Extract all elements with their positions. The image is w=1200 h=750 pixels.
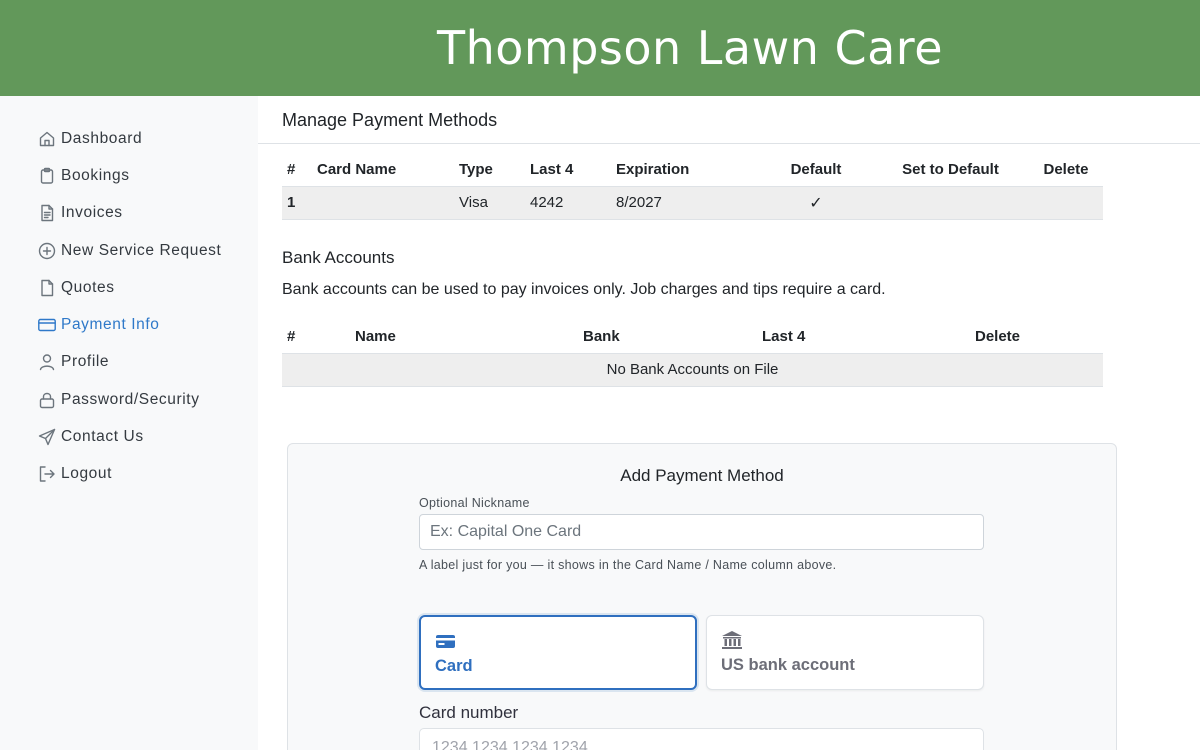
empty-message: No Bank Accounts on File: [282, 353, 1103, 387]
us-bank-account-tab[interactable]: US bank account: [706, 615, 984, 690]
sidebar-item-label: Quotes: [61, 278, 115, 296]
file-icon: [38, 279, 56, 297]
sidebar-item-new-service-request[interactable]: New Service Request: [0, 232, 258, 269]
column-header: Delete: [1029, 153, 1103, 187]
company-title: Thompson Lawn Care: [436, 21, 943, 75]
sidebar-item-label: Profile: [61, 353, 110, 371]
column-header: Delete: [895, 320, 1103, 354]
logout-icon: [38, 465, 56, 483]
bank-tab-label: US bank account: [721, 656, 855, 674]
delete-cell[interactable]: [1029, 186, 1103, 220]
column-header: #: [282, 320, 312, 354]
sidebar-item-label: Bookings: [61, 166, 130, 184]
person-icon: [38, 353, 56, 371]
sidebar-item-invoices[interactable]: Invoices: [0, 195, 258, 232]
credit-card-icon: [38, 316, 56, 334]
lock-icon: [38, 391, 56, 409]
nickname-label: Optional Nickname: [419, 496, 530, 510]
sidebar-item-logout[interactable]: Logout: [0, 456, 258, 493]
title-divider: [258, 143, 1200, 144]
card-tab[interactable]: Card: [419, 615, 697, 690]
bank-accounts-table: # Name Bank Last 4 Delete No Bank Accoun…: [282, 320, 1103, 387]
sidebar-item-payment-info[interactable]: Payment Info: [0, 306, 258, 343]
sidebar-item-contact-us[interactable]: Contact Us: [0, 418, 258, 455]
card-number-input[interactable]: 1234 1234 1234 1234: [419, 728, 984, 750]
document-icon: [38, 204, 56, 222]
expiration-cell: 8/2027: [611, 186, 760, 220]
sidebar-item-dashboard[interactable]: Dashboard: [0, 120, 258, 157]
card-icon: [435, 631, 457, 651]
sidebar-item-bookings[interactable]: Bookings: [0, 157, 258, 194]
payment-methods-title: Manage Payment Methods: [282, 110, 498, 130]
table-header-row: # Card Name Type Last 4 Expiration Defau…: [282, 153, 1103, 187]
last4-cell: 4242: [525, 186, 611, 220]
plus-circle-icon: [38, 242, 56, 260]
column-header: Last 4: [721, 320, 895, 354]
sidebar-item-label: Contact Us: [61, 428, 144, 446]
sidebar-item-profile[interactable]: Profile: [0, 344, 258, 381]
column-header: #: [282, 153, 312, 187]
card-number-label: Card number: [419, 703, 519, 722]
sidebar-item-label: Password/Security: [61, 390, 200, 408]
nickname-input[interactable]: [419, 514, 984, 550]
table-row: 1 Visa 4242 8/2027 ✓: [282, 186, 1103, 220]
sidebar-item-quotes[interactable]: Quotes: [0, 269, 258, 306]
sidebar-item-label: Payment Info: [61, 316, 160, 334]
home-icon: [38, 130, 56, 148]
column-header: Name: [312, 320, 538, 354]
sidebar-item-label: Invoices: [61, 204, 123, 222]
card-number-placeholder: 1234 1234 1234 1234: [432, 739, 588, 750]
set-default-cell[interactable]: [872, 186, 1029, 220]
sidebar: Dashboard Bookings Invoices New Service …: [0, 96, 258, 750]
bank-icon: [721, 630, 743, 650]
column-header: Type: [454, 153, 525, 187]
sidebar-item-label: Logout: [61, 465, 113, 483]
column-header: Default: [760, 153, 872, 187]
add-payment-title: Add Payment Method: [620, 466, 784, 485]
sidebar-item-password-security[interactable]: Password/Security: [0, 381, 258, 418]
nickname-help-text: A label just for you — it shows in the C…: [419, 558, 837, 572]
card-type-cell: Visa: [454, 186, 525, 220]
main-content: Manage Payment Methods # Card Name Type …: [258, 96, 1200, 750]
table-row: No Bank Accounts on File: [282, 353, 1103, 387]
payment-methods-table: # Card Name Type Last 4 Expiration Defau…: [282, 153, 1103, 220]
bank-accounts-note: Bank accounts can be used to pay invoice…: [282, 281, 886, 298]
default-checkmark-icon: ✓: [760, 186, 872, 220]
sidebar-item-label: New Service Request: [61, 241, 222, 259]
card-tab-label: Card: [435, 657, 473, 675]
column-header: Card Name: [312, 153, 454, 187]
app-header: Thompson Lawn Care: [0, 0, 1200, 96]
send-icon: [38, 428, 56, 446]
row-number: 1: [282, 186, 312, 220]
card-name-cell: [312, 186, 454, 220]
bank-accounts-title: Bank Accounts: [282, 248, 395, 267]
column-header: Set to Default: [872, 153, 1029, 187]
column-header: Bank: [538, 320, 721, 354]
column-header: Last 4: [525, 153, 611, 187]
column-header: Expiration: [611, 153, 760, 187]
sidebar-item-label: Dashboard: [61, 129, 143, 147]
add-payment-method-panel: Add Payment Method Optional Nickname A l…: [287, 443, 1117, 750]
table-header-row: # Name Bank Last 4 Delete: [282, 320, 1103, 354]
clipboard-icon: [38, 167, 56, 185]
